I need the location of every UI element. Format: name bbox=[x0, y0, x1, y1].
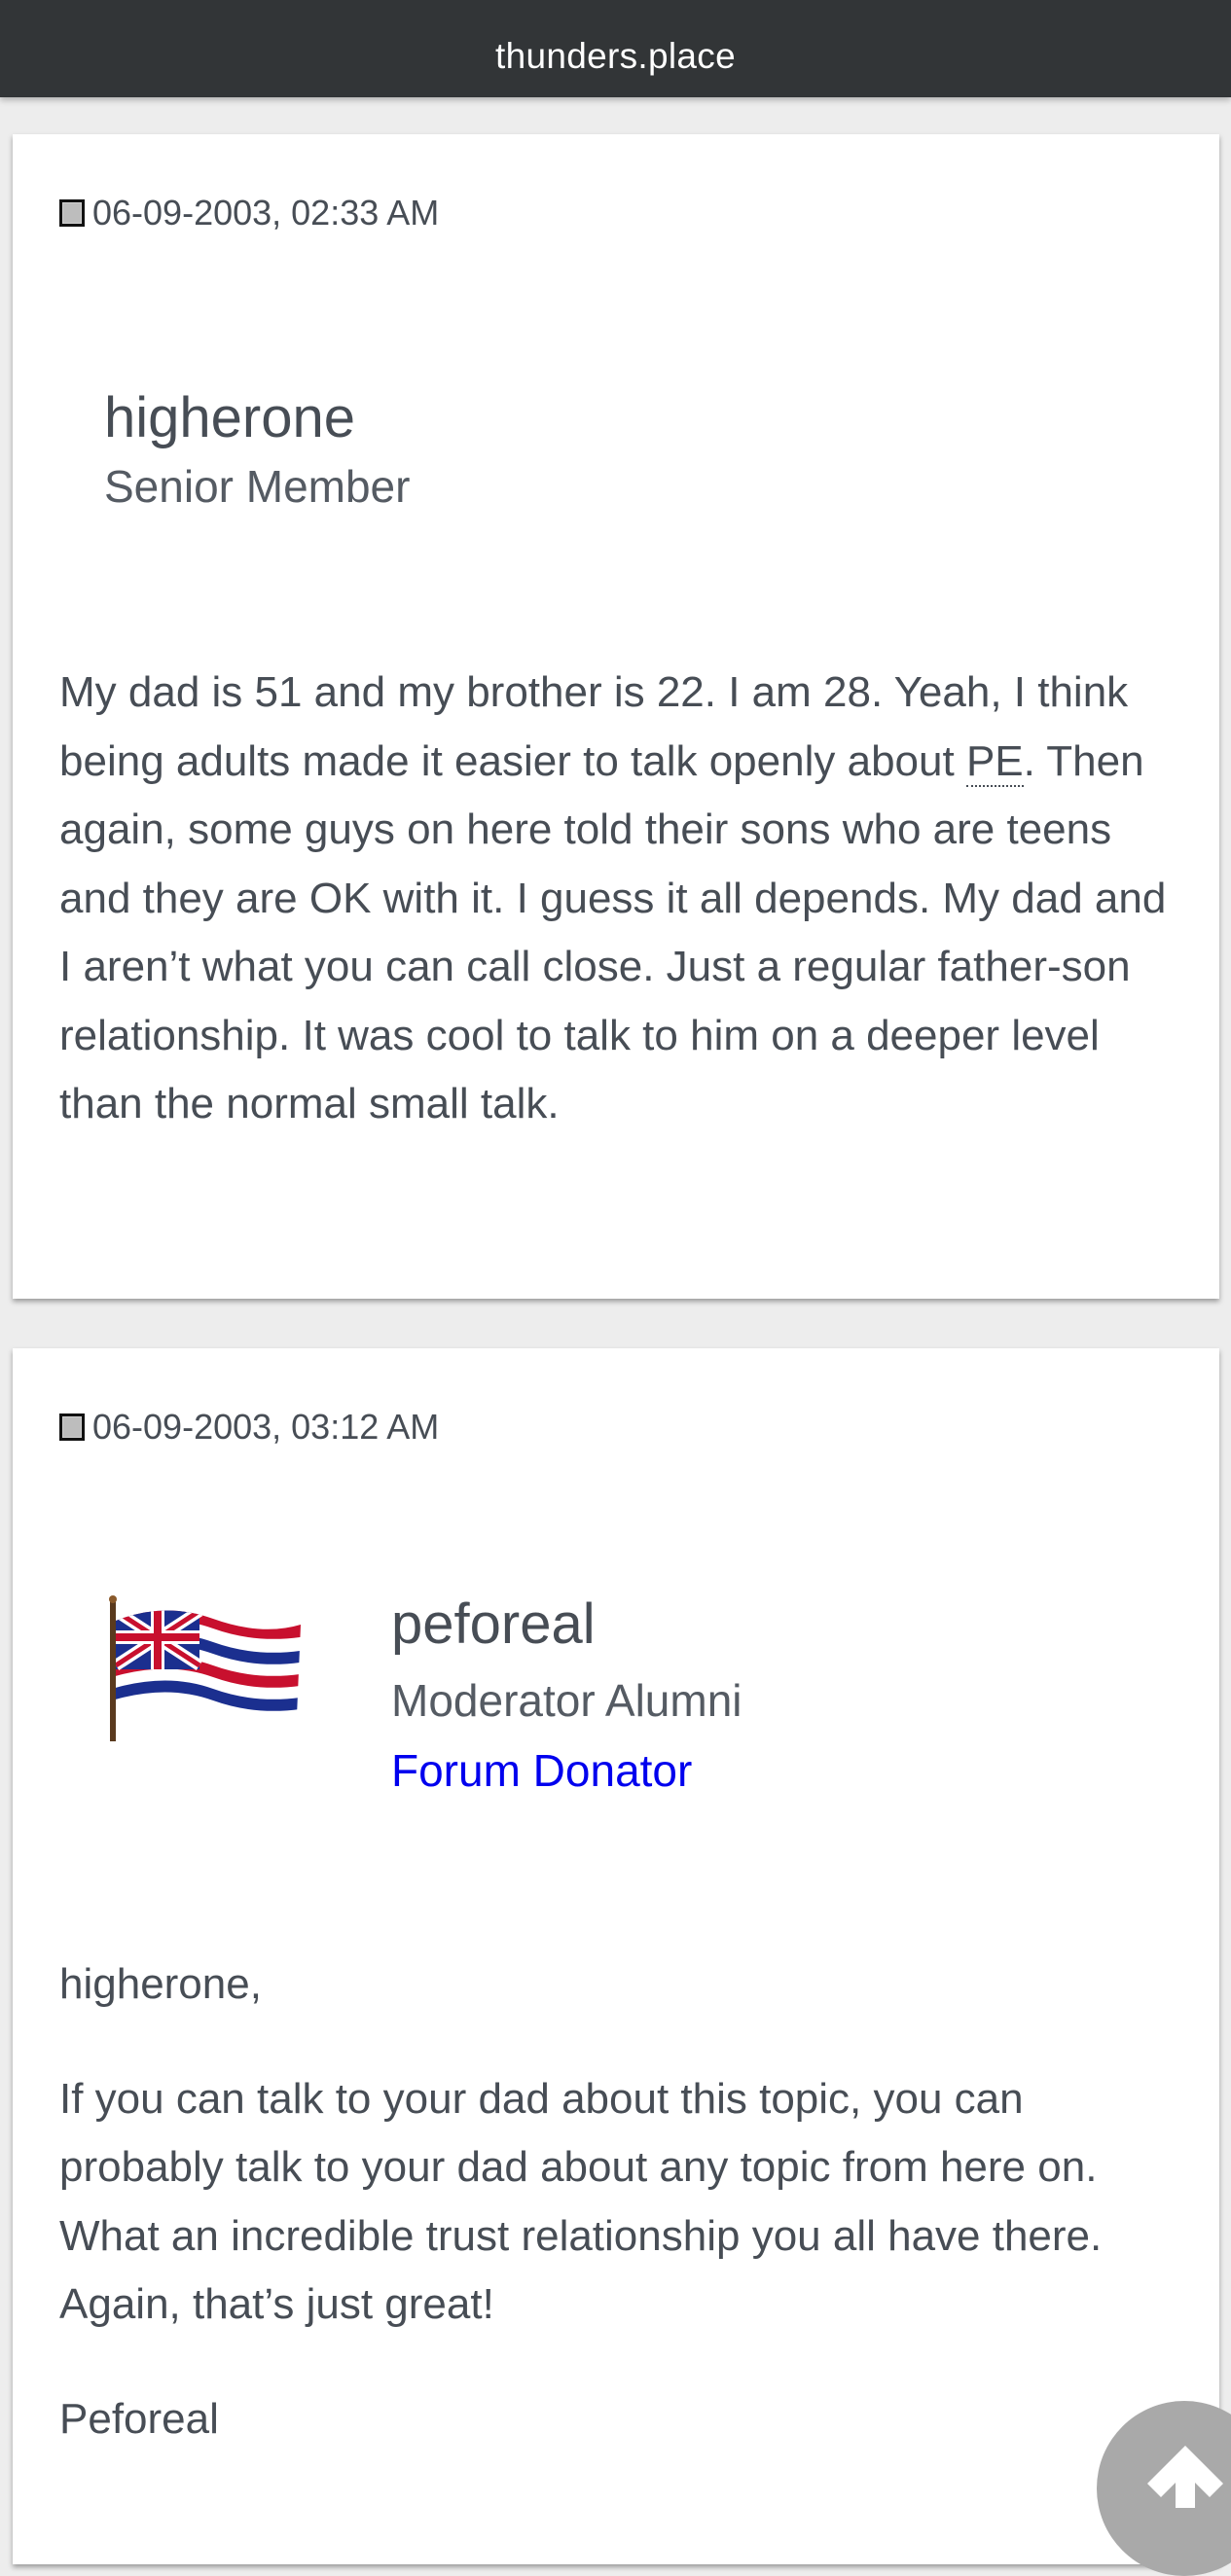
user-title: Senior Member bbox=[104, 461, 411, 512]
abbreviation-pe[interactable]: PE bbox=[965, 736, 1024, 787]
post-date: 06-09-2003, 02:33 AM bbox=[59, 193, 439, 233]
post-card: 06-09-2003, 02:33 AM higherone Senior Me… bbox=[13, 134, 1219, 1299]
post-icon bbox=[59, 199, 85, 227]
arrow-up-icon bbox=[1147, 2446, 1223, 2508]
username[interactable]: peforeal bbox=[391, 1592, 596, 1657]
site-title[interactable]: thunders.place bbox=[495, 0, 736, 113]
post-text-continued: . Then again, some guys on here told the… bbox=[59, 736, 1167, 1128]
site-header: thunders.place bbox=[0, 0, 1231, 97]
post-message: higherone, If you can talk to your dad a… bbox=[59, 1950, 1188, 2453]
post-icon bbox=[59, 1413, 85, 1441]
post-card: 06-09-2003, 03:12 AM peforeal Moderator … bbox=[13, 1348, 1219, 2564]
username[interactable]: higherone bbox=[104, 385, 355, 450]
post-signature: Peforeal bbox=[59, 2394, 219, 2443]
user-title: Moderator Alumni bbox=[391, 1675, 742, 1726]
post-message: My dad is 51 and my brother is 22. I am … bbox=[59, 659, 1188, 1139]
forum-donator-link[interactable]: Forum Donator bbox=[391, 1744, 692, 1797]
hawaii-flag-avatar[interactable] bbox=[106, 1595, 316, 1749]
post-date: 06-09-2003, 03:12 AM bbox=[59, 1407, 439, 1448]
post-greeting: higherone, bbox=[59, 1960, 262, 2008]
post-date-text: 06-09-2003, 02:33 AM bbox=[92, 193, 440, 233]
post-date-text: 06-09-2003, 03:12 AM bbox=[92, 1407, 440, 1447]
post-paragraph: If you can talk to your dad about this t… bbox=[59, 2074, 1103, 2329]
